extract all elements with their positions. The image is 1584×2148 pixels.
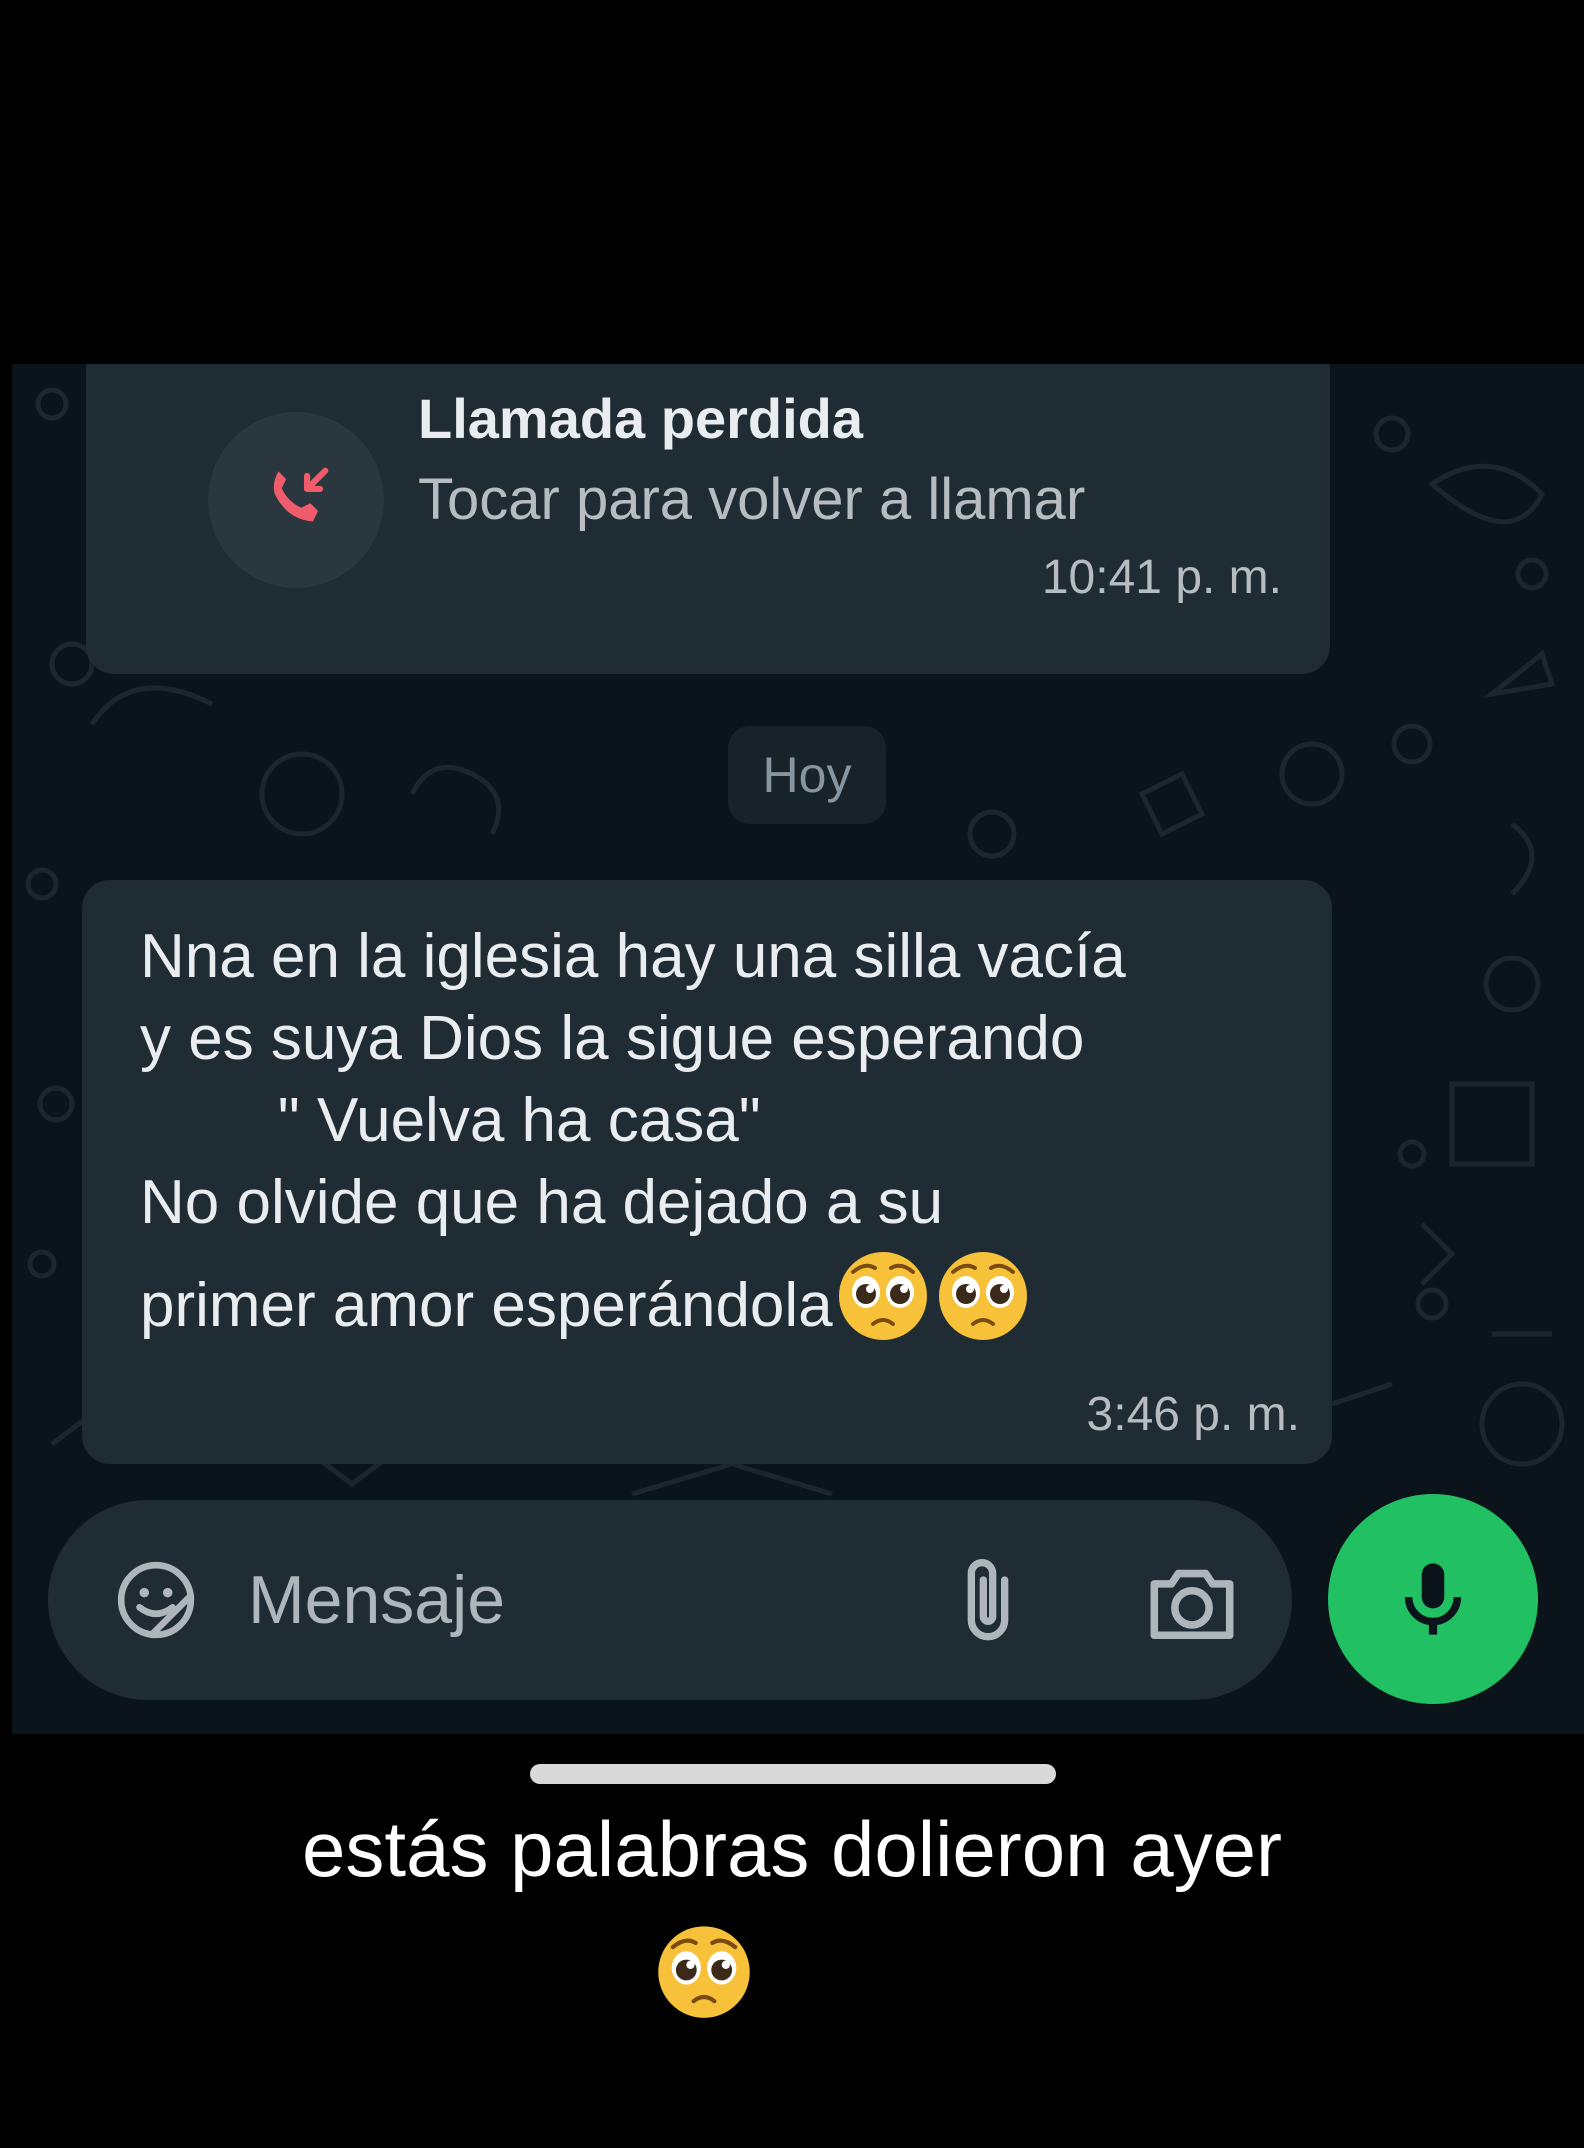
missed-call-title: Llamada perdida bbox=[418, 387, 864, 450]
camera-icon[interactable] bbox=[1144, 1556, 1240, 1646]
message-input[interactable] bbox=[248, 1550, 868, 1650]
missed-call-icon bbox=[273, 467, 329, 522]
message-line-3: " Vuelva ha casa" bbox=[140, 1086, 761, 1155]
pleading-face-emoji bbox=[658, 1926, 750, 2018]
message-line-4: No olvide que ha dejado a su bbox=[140, 1168, 944, 1237]
pleading-face-emoji bbox=[938, 1252, 1027, 1340]
message-line-5: primer amor esperándola bbox=[140, 1271, 833, 1340]
date-separator: Hoy bbox=[728, 726, 886, 824]
message-time: 3:46 p. m. bbox=[1086, 1388, 1300, 1441]
message-bubble[interactable]: Nna en la iglesia hay una silla vacía y … bbox=[82, 880, 1332, 1464]
missed-call-subtitle: Tocar para volver a llamar bbox=[418, 467, 1086, 532]
video-caption: estás palabras dolieron ayer bbox=[302, 1805, 1282, 1893]
home-indicator bbox=[530, 1764, 1056, 1784]
chat-area: Llamada perdida Tocar para volver a llam… bbox=[12, 364, 1584, 1734]
message-composer bbox=[48, 1500, 1292, 1700]
message-line-2: y es suya Dios la sigue esperando bbox=[140, 1004, 1085, 1073]
microphone-button[interactable] bbox=[1328, 1494, 1538, 1704]
paperclip-icon[interactable] bbox=[948, 1548, 1028, 1652]
missed-call-time: 10:41 p. m. bbox=[1041, 551, 1282, 604]
sticker-icon[interactable] bbox=[112, 1556, 200, 1644]
missed-call-icon-badge bbox=[208, 412, 384, 588]
microphone-icon bbox=[1404, 1563, 1462, 1635]
video-frame: Llamada perdida Tocar para volver a llam… bbox=[0, 0, 1584, 2148]
message-line-1: Nna en la iglesia hay una silla vacía bbox=[140, 922, 1126, 991]
missed-call-card[interactable]: Llamada perdida Tocar para volver a llam… bbox=[86, 364, 1330, 674]
pleading-face-emoji bbox=[838, 1252, 927, 1340]
message-text: Nna en la iglesia hay una silla vacía y … bbox=[140, 916, 1320, 1347]
